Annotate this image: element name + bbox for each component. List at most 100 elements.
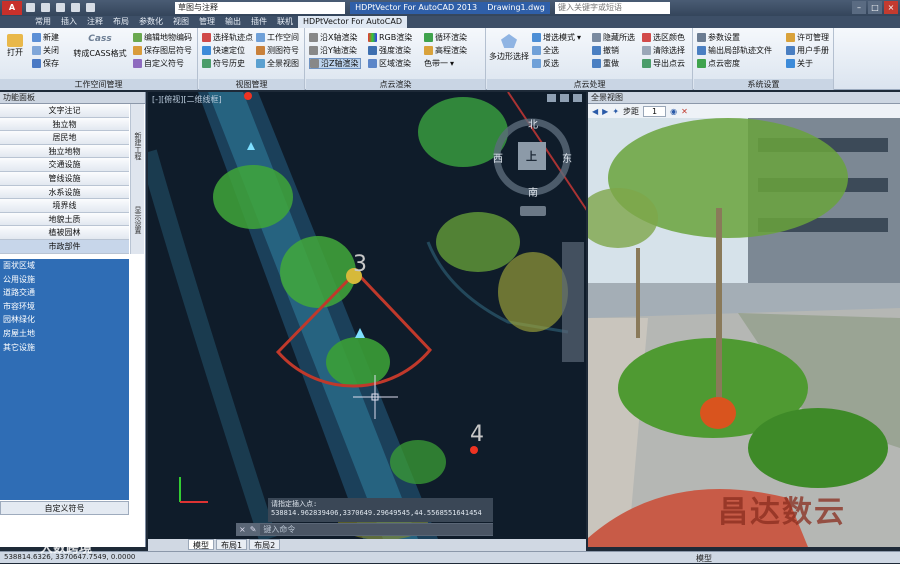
tab-view[interactable]: 视图: [168, 16, 194, 28]
custom-symbol-tab[interactable]: 自定义符号: [0, 501, 129, 515]
tab-layout2[interactable]: 布局2: [249, 539, 281, 550]
side-tab-display[interactable]: 显示设置: [133, 206, 143, 234]
category-control-point[interactable]: 独立物: [0, 117, 129, 132]
minimize-icon[interactable]: –: [852, 1, 866, 14]
tab-home[interactable]: 常用: [30, 16, 56, 28]
x-axis-render-button[interactable]: 沿X轴渲染: [309, 32, 357, 43]
pin-icon[interactable]: ✦: [612, 107, 619, 116]
export-track-button[interactable]: 输出局部轨迹文件: [697, 45, 772, 56]
sub-housing-land[interactable]: 房屋土地: [0, 327, 129, 341]
close-icon[interactable]: ×: [239, 525, 246, 534]
category-traffic[interactable]: 交通设施: [0, 158, 129, 172]
redo-button[interactable]: 重做: [592, 58, 619, 69]
sub-road-traffic[interactable]: 道路交通: [0, 286, 129, 300]
tab-insert[interactable]: 插入: [56, 16, 82, 28]
tab-layout[interactable]: 布局: [108, 16, 134, 28]
polygon-select-button[interactable]: 多边形选择: [489, 34, 529, 62]
category-independent-feature[interactable]: 独立地物: [0, 144, 129, 159]
command-input[interactable]: 键入命令: [260, 524, 493, 535]
model-space-button[interactable]: 模型: [696, 553, 712, 564]
close-icon[interactable]: [573, 94, 582, 102]
sub-area-region[interactable]: 面状区域: [0, 259, 129, 273]
tab-model[interactable]: 模型: [188, 539, 214, 550]
category-landform[interactable]: 地貌土质: [0, 212, 129, 227]
viewport-label[interactable]: [-][俯视][二维线框]: [152, 94, 222, 105]
manual-button[interactable]: 用户手册: [786, 45, 829, 56]
eye-icon[interactable]: ◉: [670, 107, 677, 116]
tab-annotate[interactable]: 注释: [82, 16, 108, 28]
cloud-density-button[interactable]: 点云密度: [697, 58, 740, 69]
category-text-note[interactable]: 文字注记: [0, 104, 129, 118]
minimize-icon[interactable]: [547, 94, 556, 102]
wrench-icon[interactable]: ✎: [250, 525, 257, 534]
highlighted-point[interactable]: [700, 397, 736, 429]
elevation-render-button[interactable]: 高程渲染: [424, 45, 467, 56]
region-render-button[interactable]: 区域渲染: [368, 58, 411, 69]
tab-hdptvector[interactable]: HDPtVector For AutoCAD: [298, 16, 408, 28]
viewcube-menu[interactable]: [520, 206, 546, 216]
camera-position-marker[interactable]: [244, 92, 252, 100]
maximize-icon[interactable]: □: [868, 1, 882, 14]
sub-public-facility[interactable]: 公用设施: [0, 273, 129, 287]
category-vegetation[interactable]: 植被园林: [0, 226, 129, 240]
intensity-render-button[interactable]: 强度渲染: [368, 45, 411, 56]
step-input[interactable]: 1: [643, 105, 667, 117]
panorama-view-button[interactable]: 全景视图: [256, 58, 299, 69]
hide-selected-button[interactable]: 隐藏所选: [592, 32, 635, 43]
application-menu-button[interactable]: A: [2, 1, 22, 15]
z-axis-render-button[interactable]: 沿Z轴渲染: [309, 58, 362, 69]
restore-icon[interactable]: [560, 94, 569, 102]
open-icon[interactable]: [41, 3, 50, 12]
color-band-select[interactable]: 色带一 ▾: [424, 58, 454, 69]
tab-parametric[interactable]: 参数化: [134, 16, 168, 28]
select-color-button[interactable]: 选区颜色: [642, 32, 685, 43]
redo-icon[interactable]: [86, 3, 95, 12]
save-symbol-button[interactable]: 保存图层符号: [133, 45, 192, 56]
tab-output[interactable]: 输出: [220, 16, 246, 28]
drawing-viewport[interactable]: [-][俯视][二维线框] 北 南 东 西 上 3 4 请指定插入点: 5388…: [148, 92, 586, 539]
edit-code-button[interactable]: 编辑地物编码: [133, 32, 192, 43]
cass-convert-button[interactable]: Cass 转成CASS格式: [72, 34, 128, 59]
clear-select-button[interactable]: 清除选择: [642, 45, 685, 56]
export-cloud-button[interactable]: 导出点云: [642, 58, 685, 69]
workspace-dropdown[interactable]: 草图与注释: [175, 2, 345, 14]
save-icon[interactable]: [56, 3, 65, 12]
camera-position-marker[interactable]: [470, 446, 478, 454]
cycle-render-button[interactable]: 循环渲染: [424, 32, 467, 43]
license-button[interactable]: 许可管理: [786, 32, 829, 43]
sub-other-facility[interactable]: 其它设施: [0, 341, 129, 355]
param-settings-button[interactable]: 参数设置: [697, 32, 740, 43]
tab-manage[interactable]: 管理: [194, 16, 220, 28]
about-button[interactable]: 关于: [786, 58, 813, 69]
quick-locate-button[interactable]: 快速定位: [202, 45, 245, 56]
tab-online[interactable]: 联机: [272, 16, 298, 28]
invert-select-button[interactable]: 反选: [532, 58, 559, 69]
save-button[interactable]: 保存: [32, 58, 59, 69]
tab-layout1[interactable]: 布局1: [216, 539, 248, 550]
arrow-right-icon[interactable]: ▶: [602, 107, 608, 116]
select-all-button[interactable]: 全选: [532, 45, 559, 56]
category-municipal[interactable]: 市政部件: [0, 239, 129, 254]
camera-marker-icon[interactable]: [355, 328, 365, 338]
y-axis-render-button[interactable]: 沿Y轴渲染: [309, 45, 357, 56]
sub-landscaping[interactable]: 园林绿化: [0, 313, 129, 327]
close-button[interactable]: 关闭: [32, 45, 59, 56]
undo-button[interactable]: 撤销: [592, 45, 619, 56]
close-icon[interactable]: ×: [884, 1, 898, 14]
arrow-left-icon[interactable]: ◀: [592, 107, 598, 116]
new-button[interactable]: 新建: [32, 32, 59, 43]
category-boundary[interactable]: 境界线: [0, 199, 129, 213]
workspace-button[interactable]: 工作空间: [256, 32, 299, 43]
category-pipeline[interactable]: 管线设施: [0, 171, 129, 186]
open-button[interactable]: 打开: [4, 34, 26, 58]
rgb-render-button[interactable]: RGB渲染: [368, 32, 412, 43]
undo-icon[interactable]: [71, 3, 80, 12]
add-mode-select[interactable]: 增选模式 ▾: [532, 32, 581, 43]
symbol-history-button[interactable]: 符号历史: [202, 58, 245, 69]
new-icon[interactable]: [26, 3, 35, 12]
category-residential[interactable]: 居民地: [0, 131, 129, 145]
sub-city-environment[interactable]: 市容环境: [0, 300, 129, 314]
close-icon[interactable]: ✕: [681, 107, 688, 116]
custom-symbol-button[interactable]: 自定义符号: [133, 58, 184, 69]
point-cloud-view[interactable]: [148, 92, 586, 539]
